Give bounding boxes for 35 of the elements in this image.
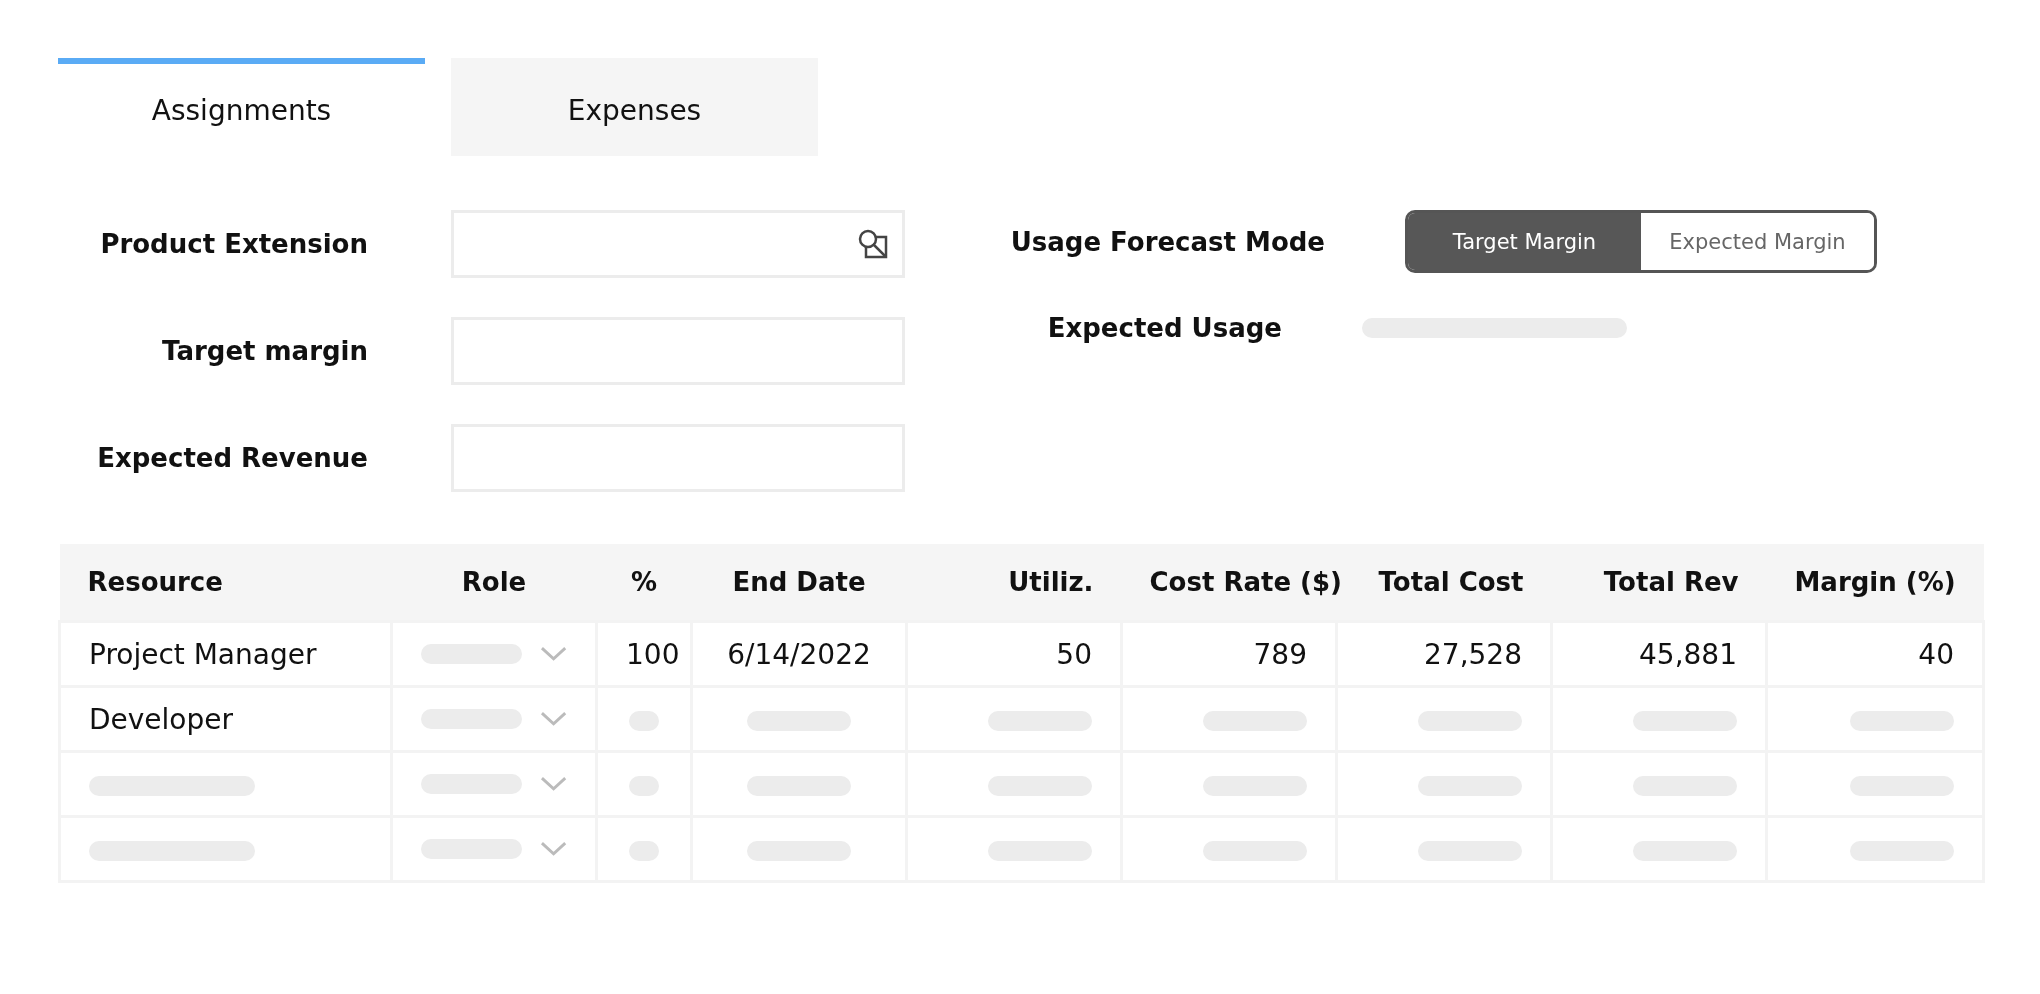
column-header: Utiliz. (1008, 567, 1094, 597)
column-header: Total Rev (1603, 567, 1739, 597)
field-label: Target margin (161, 336, 368, 366)
table-cell: 6/14/2022 (727, 637, 871, 671)
chevron-down-icon (539, 711, 567, 727)
column-header: Total Cost (1378, 567, 1524, 597)
role-dropdown[interactable] (391, 751, 597, 817)
field-label: Expected Revenue (96, 443, 368, 473)
table-cell: Project Manager (89, 637, 317, 671)
table-cell: 40 (1918, 637, 1954, 671)
chevron-down-icon (539, 841, 567, 857)
field-label: Expected Usage (1046, 313, 1282, 343)
input-field[interactable] (451, 210, 905, 278)
table-cell: 50 (1056, 637, 1092, 671)
table-cell: 100 (626, 637, 680, 671)
tab[interactable]: Expenses (451, 58, 818, 156)
column-header: Role (461, 567, 527, 597)
table-cell: 45,881 (1639, 637, 1737, 671)
column-header: % (630, 567, 658, 597)
field-label: Usage Forecast Mode (1009, 226, 1325, 257)
role-dropdown[interactable] (391, 816, 597, 882)
column-header: Resource (87, 567, 223, 597)
table-cell: Developer (89, 702, 233, 736)
column-header: End Date (732, 567, 866, 597)
mode-option[interactable]: Target Margin (1408, 213, 1641, 270)
column-header: Margin (%) (1794, 567, 1956, 597)
lookup-icon (858, 229, 888, 259)
chevron-down-icon (539, 646, 567, 662)
table-cell: 789 (1253, 637, 1307, 671)
field-label: Product Extension (99, 229, 368, 259)
table-cell: 27,528 (1424, 637, 1522, 671)
chevron-down-icon (539, 776, 567, 792)
column-header: Cost Rate ($) (1149, 567, 1342, 597)
role-dropdown[interactable] (391, 621, 597, 687)
role-dropdown[interactable] (391, 686, 597, 752)
